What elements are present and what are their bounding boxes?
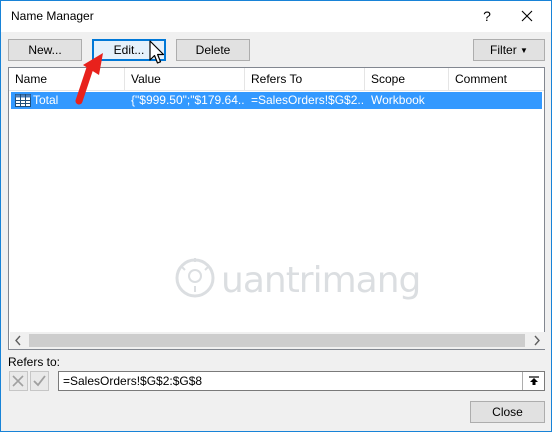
title-bar: Name Manager ? — [1, 1, 551, 32]
refers-to-input[interactable]: =SalesOrders!$G$2:$G$8 — [58, 371, 545, 391]
column-header-comment[interactable]: Comment — [449, 68, 544, 91]
red-arrow-annotation — [75, 53, 103, 105]
column-header-scope[interactable]: Scope — [365, 68, 449, 91]
scroll-left-button[interactable] — [10, 332, 27, 349]
watermark-text: uantrimang — [221, 260, 421, 301]
scrollbar-thumb[interactable] — [29, 334, 525, 347]
watermark-logo-icon — [175, 258, 215, 298]
delete-button-label: Delete — [195, 43, 231, 57]
collapse-arrow-icon — [529, 376, 539, 385]
cross-icon — [12, 375, 24, 387]
close-window-button[interactable] — [507, 3, 547, 29]
new-button-label: New... — [28, 43, 62, 57]
filter-button[interactable]: Filter ▼ — [473, 39, 545, 61]
column-header-value[interactable]: Value — [125, 68, 245, 91]
help-button[interactable]: ? — [467, 3, 507, 29]
filter-button-label: Filter — [490, 43, 517, 57]
scroll-right-icon — [534, 335, 540, 346]
cancel-edit-button[interactable] — [9, 371, 28, 391]
mouse-cursor-icon — [149, 40, 165, 64]
names-list[interactable]: Name Value Refers To Scope Comment Total… — [8, 67, 545, 350]
collapse-dialog-button[interactable] — [522, 372, 544, 390]
table-icon — [15, 94, 31, 107]
close-icon — [521, 10, 533, 22]
checkmark-icon — [33, 375, 46, 387]
scroll-right-button[interactable] — [528, 332, 545, 349]
watermark: uantrimang — [173, 256, 421, 306]
row-scope: Workbook — [371, 93, 425, 107]
scroll-left-icon — [15, 335, 21, 346]
name-manager-dialog: Name Manager ? New... Edit... Delete Fil… — [0, 0, 552, 432]
column-header-refers-to[interactable]: Refers To — [245, 68, 365, 91]
delete-button[interactable]: Delete — [176, 39, 250, 61]
row-value: {"$999.50";"$179.64... — [131, 93, 245, 107]
dropdown-arrow-icon: ▼ — [520, 46, 528, 55]
window-title: Name Manager — [11, 9, 94, 23]
close-button-label: Close — [492, 405, 523, 419]
confirm-edit-button[interactable] — [30, 371, 49, 391]
row-comment — [455, 92, 540, 109]
row-refers-to: =SalesOrders!$G$2... — [251, 93, 365, 107]
refers-to-label: Refers to: — [8, 355, 61, 369]
close-button[interactable]: Close — [470, 401, 545, 423]
horizontal-scrollbar[interactable] — [10, 332, 545, 349]
